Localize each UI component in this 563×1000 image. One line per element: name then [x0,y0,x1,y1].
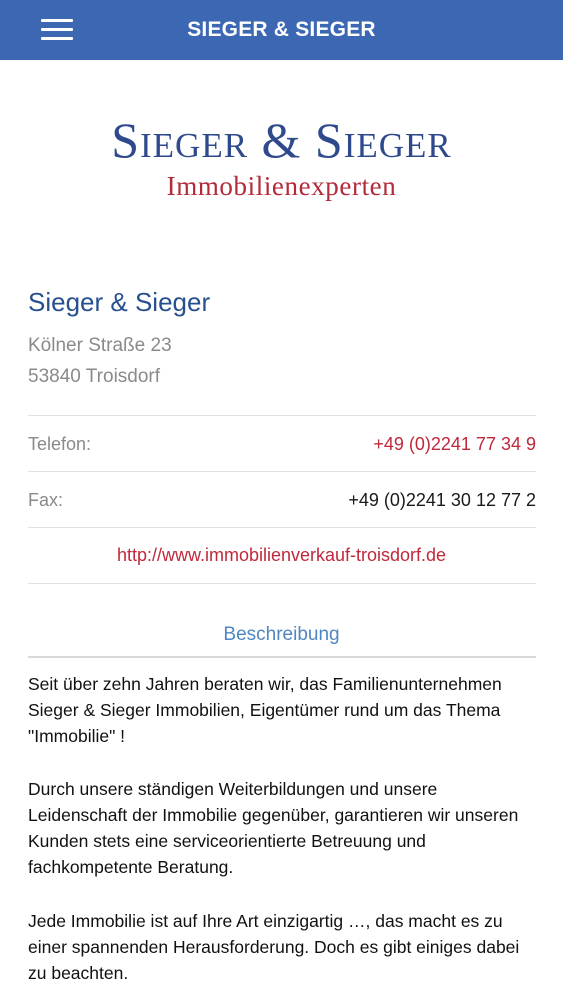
divider [28,583,536,584]
divider [28,415,536,416]
fax-label: Fax: [28,490,64,510]
section-divider [28,656,536,658]
fax-value: +49 (0)2241 30 12 77 2 [348,490,536,510]
divider [28,527,536,528]
company-logo: Sieger & Sieger Immobilienexperten [0,112,563,202]
menu-line [41,37,73,40]
description-paragraph: Seit über zehn Jahren beraten wir, das F… [28,674,502,746]
app-title: SIEGER & SIEGER [187,18,376,41]
menu-line [41,28,73,31]
address-street: Kölner Straße 23 [28,335,172,356]
divider [28,471,536,472]
logo-tagline: Immobilienexperten [166,171,397,201]
top-app-bar: SIEGER & SIEGER [0,0,563,60]
phone-link[interactable]: +49 (0)2241 77 34 9 [373,434,536,455]
phone-label: Telefon: [28,434,92,454]
menu-line [41,19,73,22]
company-name: Sieger & Sieger [28,287,211,317]
hamburger-menu-icon[interactable] [41,19,73,41]
description-paragraph: Jede Immobilie ist auf Ihre Art einzigar… [28,911,520,983]
description-paragraph: Durch unsere ständigen Weiterbildungen u… [28,779,519,877]
section-title-description: Beschreibung [223,624,340,645]
website-link[interactable]: http://www.immobilienverkauf-troisdorf.d… [0,545,563,566]
logo-wordmark: Sieger & Sieger [111,112,452,168]
address-city: 53840 Troisdorf [28,366,161,387]
